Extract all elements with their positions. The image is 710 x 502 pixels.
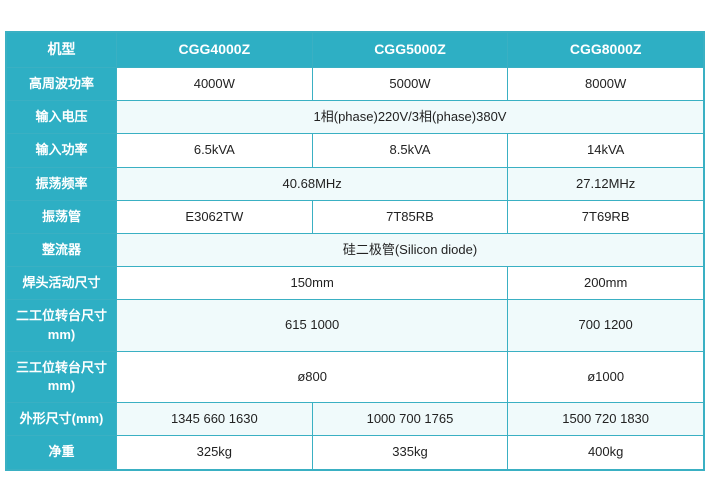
row-cell-4-2: 7T69RB [508, 200, 704, 233]
row-cell-10-2: 400kg [508, 436, 704, 469]
row-cell-9-1: 1000 700 1765 [312, 403, 508, 436]
row-label-1: 输入电压 [7, 101, 117, 134]
col-header-cgg4000z: CGG4000Z [117, 33, 313, 68]
row-cell-4-1: 7T85RB [312, 200, 508, 233]
row-label-3: 振荡频率 [7, 167, 117, 200]
row-cell-1-0: 1相(phase)220V/3相(phase)380V [117, 101, 704, 134]
row-cell-9-2: 1500 720 1830 [508, 403, 704, 436]
row-label-8: 三工位转台尺寸mm) [7, 351, 117, 402]
row-label-0: 高周波功率 [7, 68, 117, 101]
row-cell-0-1: 5000W [312, 68, 508, 101]
row-cell-7-0: 615 1000 [117, 300, 508, 351]
row-cell-2-1: 8.5kVA [312, 134, 508, 167]
row-cell-3-0: 40.68MHz [117, 167, 508, 200]
row-cell-4-0: E3062TW [117, 200, 313, 233]
col-header-model: 机型 [7, 33, 117, 68]
spec-table: 机型 CGG4000Z CGG5000Z CGG8000Z 高周波功率4000W… [6, 32, 704, 469]
row-label-4: 振荡管 [7, 200, 117, 233]
row-cell-5-0: 硅二极管(Silicon diode) [117, 234, 704, 267]
row-cell-0-2: 8000W [508, 68, 704, 101]
row-label-6: 焊头活动尺寸 [7, 267, 117, 300]
row-cell-8-0: ø800 [117, 351, 508, 402]
row-cell-10-1: 335kg [312, 436, 508, 469]
row-cell-3-1: 27.12MHz [508, 167, 704, 200]
row-label-7: 二工位转台尺寸mm) [7, 300, 117, 351]
row-label-2: 输入功率 [7, 134, 117, 167]
spec-table-container: 机型 CGG4000Z CGG5000Z CGG8000Z 高周波功率4000W… [5, 31, 705, 470]
row-cell-8-1: ø1000 [508, 351, 704, 402]
row-label-10: 净重 [7, 436, 117, 469]
row-cell-0-0: 4000W [117, 68, 313, 101]
row-cell-6-1: 200mm [508, 267, 704, 300]
row-cell-2-2: 14kVA [508, 134, 704, 167]
row-cell-6-0: 150mm [117, 267, 508, 300]
col-header-cgg8000z: CGG8000Z [508, 33, 704, 68]
row-cell-2-0: 6.5kVA [117, 134, 313, 167]
row-cell-7-1: 700 1200 [508, 300, 704, 351]
col-header-cgg5000z: CGG5000Z [312, 33, 508, 68]
row-label-9: 外形尺寸(mm) [7, 403, 117, 436]
row-cell-9-0: 1345 660 1630 [117, 403, 313, 436]
row-cell-10-0: 325kg [117, 436, 313, 469]
row-label-5: 整流器 [7, 234, 117, 267]
